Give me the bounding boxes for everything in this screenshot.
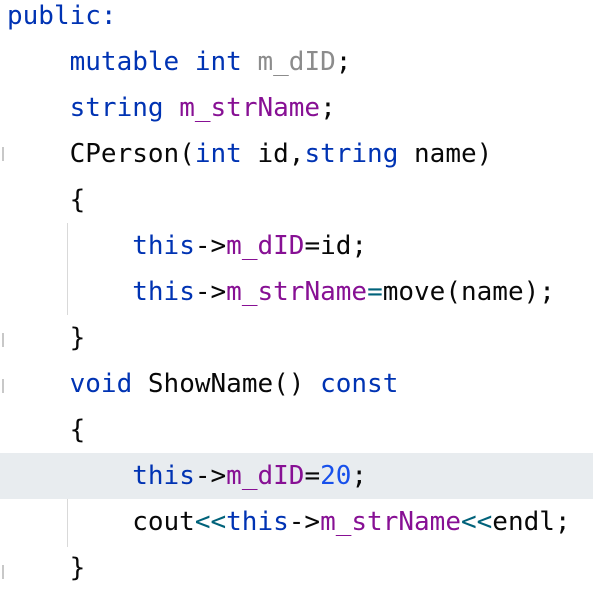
code-line[interactable]: string m_strName; xyxy=(0,85,593,131)
code-token: string xyxy=(69,93,164,123)
code-token: m_dID xyxy=(226,231,305,261)
code-token: this xyxy=(226,507,289,537)
code-token: public: xyxy=(7,1,117,31)
code-token: CPerson( xyxy=(7,139,195,169)
code-token: ; xyxy=(335,47,352,77)
code-token: -> xyxy=(194,461,227,491)
code-token: -> xyxy=(194,231,227,261)
code-line[interactable]: { xyxy=(0,177,593,223)
code-token: ShowName() xyxy=(132,369,321,399)
code-token: cout xyxy=(7,507,195,537)
code-token: m_strName xyxy=(179,93,321,123)
code-token: mutable xyxy=(69,47,180,77)
code-token: = xyxy=(304,461,321,491)
code-line[interactable]: } xyxy=(0,545,593,591)
current-code-line[interactable]: this->m_dID=20; xyxy=(0,453,593,499)
code-token: int xyxy=(194,47,242,77)
code-token: void xyxy=(69,369,133,399)
code-token: } xyxy=(7,553,86,583)
code-token: } xyxy=(7,323,86,353)
code-line[interactable]: { xyxy=(0,407,593,453)
code-token: = xyxy=(367,277,383,307)
code-line[interactable]: this->m_strName=move(name); xyxy=(0,269,593,315)
code-token: -> xyxy=(194,277,227,307)
code-token: 20 xyxy=(320,461,352,491)
code-editor[interactable]: public: mutable int m_dID; string m_strN… xyxy=(0,0,593,616)
code-token: const xyxy=(320,369,399,399)
code-token: << xyxy=(460,507,493,537)
code-token: { xyxy=(7,185,86,215)
code-token: ; xyxy=(351,461,368,491)
code-line[interactable]: void ShowName() const xyxy=(0,361,593,407)
code-token: m_dID xyxy=(226,461,305,491)
code-line[interactable]: this->m_dID=id; xyxy=(0,223,593,269)
code-line[interactable]: CPerson(int id,string name) xyxy=(0,131,593,177)
code-line[interactable]: mutable int m_dID; xyxy=(0,39,593,85)
code-token: -> xyxy=(288,507,321,537)
code-line[interactable]: public: xyxy=(0,0,593,39)
code-token: this xyxy=(132,277,195,307)
code-token: move(name); xyxy=(382,277,555,307)
code-token: ; xyxy=(320,93,336,123)
code-token: m_dID xyxy=(257,47,336,77)
code-token: this xyxy=(132,231,195,261)
code-token: << xyxy=(194,507,227,537)
code-token: this xyxy=(132,461,195,491)
code-token: name) xyxy=(398,139,493,169)
code-token: =id; xyxy=(304,231,368,261)
code-line[interactable]: } xyxy=(0,315,593,361)
code-token: id, xyxy=(241,139,305,169)
code-token: int xyxy=(194,139,242,169)
code-token: m_strName xyxy=(226,277,368,307)
code-token: { xyxy=(7,415,86,445)
code-token: m_strName xyxy=(320,507,461,537)
code-token: endl; xyxy=(492,507,571,537)
code-line[interactable]: cout<<this->m_strName<<endl; xyxy=(0,499,593,545)
code-token: string xyxy=(304,139,399,169)
